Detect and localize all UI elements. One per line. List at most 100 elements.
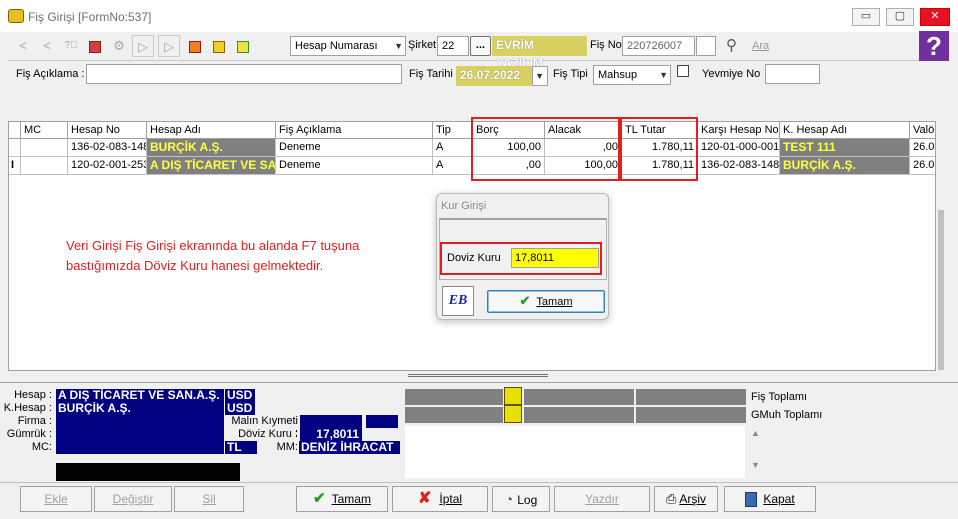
yazdir-button[interactable]: Yazdır [554, 486, 650, 512]
row-indicator[interactable]: I [9, 157, 21, 175]
grid-cell[interactable]: A DIŞ TİCARET VE SAN [147, 157, 276, 175]
grid-cell[interactable]: TEST 111 [780, 139, 910, 157]
dialog-ok-button[interactable]: ✔ Tamam [487, 290, 605, 313]
grid-cell[interactable]: 136-02-083-148 [68, 139, 147, 157]
fis-no-input[interactable]: 220726007 [622, 36, 695, 56]
company-name: EVRİM YAZILIM [492, 36, 587, 70]
column-header[interactable]: K. Hesap Adı [780, 122, 910, 139]
add-icon[interactable] [232, 35, 254, 57]
mc-label: MC: [31, 441, 52, 453]
app-icon [8, 9, 24, 23]
gmuh-toplam-cell [524, 407, 634, 423]
grid-cell[interactable]: 136-02-083-148 [698, 157, 780, 175]
check-icon: ✔ [519, 293, 531, 308]
grid-cell[interactable]: 26.0 [910, 139, 935, 157]
first-record-icon[interactable]: < [12, 35, 34, 57]
eb-logo: EB [442, 286, 474, 316]
grid-cell[interactable]: Deneme [276, 157, 433, 175]
tipi-select[interactable]: Mahsup ▼ [593, 65, 671, 85]
dialog-title: Kur Girişi [441, 200, 487, 212]
tarih-label: Fiş Tarihi [409, 68, 453, 80]
calculator-icon[interactable] [504, 387, 522, 405]
calculator-icon[interactable] [504, 405, 522, 423]
tarih-input[interactable]: 26.07.2022 [456, 66, 536, 86]
column-header[interactable]: Fiş Açıklama [276, 122, 433, 139]
play-icon[interactable]: ▷ [132, 35, 154, 57]
column-header[interactable]: Hesap No [68, 122, 147, 139]
print-preview-icon[interactable] [677, 65, 689, 78]
khesap-value: BURÇİK A.Ş. [56, 402, 224, 415]
tarih-dropdown[interactable]: ▼ [532, 66, 548, 86]
mm-value: DENİZ İHRACAT [299, 441, 400, 454]
check-icon: ✔ [313, 490, 326, 507]
iptal-button[interactable]: ✘ İptal [392, 486, 488, 512]
firma-label: Firma : [17, 415, 52, 427]
grid-cell[interactable] [21, 139, 68, 157]
kapat-button[interactable]: Kapat [724, 486, 816, 512]
yevmiye-input[interactable] [765, 64, 820, 84]
column-header[interactable]: Hesap Adı [147, 122, 276, 139]
grid-indicator-header [9, 122, 21, 139]
scrollbar[interactable] [938, 210, 944, 370]
row-indicator[interactable] [9, 139, 21, 157]
aciklama-label: Fiş Açıklama : [16, 68, 85, 80]
tipi-label: Fiş Tipi [553, 68, 588, 80]
fis-toplami-label: Fiş Toplamı [751, 391, 808, 403]
search-button[interactable]: Ara [752, 40, 769, 52]
window-title: Fiş Girişi [FormNo:537] [28, 10, 152, 24]
maximize-button[interactable]: ▢ [886, 8, 914, 26]
fis-toplam-cell [405, 389, 503, 405]
grid-cell[interactable]: A [433, 157, 473, 175]
scroll-up-icon[interactable]: ▲ [751, 428, 760, 438]
tamam-button[interactable]: ✔ Tamam [296, 486, 388, 512]
sirket-label: Şirket [408, 39, 437, 51]
kur-girisi-dialog: Kur Girişi Doviz Kuru 17,8011 EB ✔ Tamam [436, 193, 609, 320]
splitter-handle[interactable] [408, 374, 548, 377]
remove-icon[interactable] [184, 35, 206, 57]
log-icon: ◔ [504, 491, 514, 507]
doviz-kuru-info-value: 17,8011 [300, 428, 362, 441]
gmuh-toplam-cell [636, 407, 746, 423]
arsiv-button[interactable]: ⎙ Arşiv [654, 486, 718, 512]
yevmiye-label: Yevmiye No [702, 68, 761, 80]
degistir-button[interactable]: Değiştir [94, 486, 172, 512]
aciklama-input[interactable] [86, 64, 402, 84]
grid-cell[interactable]: A [433, 139, 473, 157]
search-icon[interactable]: ⚲ [726, 36, 737, 54]
column-header[interactable]: Tip [433, 122, 473, 139]
sirket-input[interactable]: 22 [437, 36, 469, 56]
fis-no-extra-input[interactable] [696, 36, 716, 56]
grid-cell[interactable]: 120-01-000-001 [698, 139, 780, 157]
lock-icon[interactable] [208, 35, 230, 57]
hesap-select[interactable]: Hesap Numarası ▼ [290, 36, 406, 56]
scroll-down-icon[interactable]: ▼ [751, 460, 760, 470]
sirket-browse-button[interactable]: ... [470, 36, 491, 56]
next-record-icon[interactable]: ▷ [158, 35, 180, 57]
delete-doc-icon[interactable] [84, 35, 106, 57]
ekle-button[interactable]: Ekle [20, 486, 92, 512]
minimize-button[interactable]: ▭ [852, 8, 880, 26]
gumruk-value [56, 428, 224, 441]
hesap-label: Hesap : [14, 389, 52, 401]
prev-record-icon[interactable]: < [36, 35, 58, 57]
archive-icon: ⎙ [665, 491, 677, 506]
column-header[interactable]: MC [21, 122, 68, 139]
close-button[interactable]: ✕ [920, 8, 950, 26]
column-header[interactable]: Karşı Hesap No [698, 122, 780, 139]
sil-button[interactable]: Sil [174, 486, 244, 512]
help-button[interactable]: ? [919, 31, 949, 61]
highlight-borc-alacak [471, 117, 620, 181]
query-icon[interactable]: ?⃞ [60, 35, 82, 57]
chevron-down-icon: ▼ [659, 70, 668, 80]
grid-cell[interactable] [21, 157, 68, 175]
grid-cell[interactable]: BURÇİK A.Ş. [147, 139, 276, 157]
chevron-down-icon: ▼ [535, 71, 544, 81]
grid-cell[interactable]: Deneme [276, 139, 433, 157]
notes-area[interactable] [405, 426, 745, 478]
grid-cell[interactable]: BURÇİK A.Ş. [780, 157, 910, 175]
column-header[interactable]: Valö [910, 122, 935, 139]
grid-cell[interactable]: 26.0 [910, 157, 935, 175]
settings-icon[interactable]: ⚙ [108, 35, 130, 57]
grid-cell[interactable]: 120-02-001-253 [68, 157, 147, 175]
log-button[interactable]: ◔ Log [492, 486, 550, 512]
